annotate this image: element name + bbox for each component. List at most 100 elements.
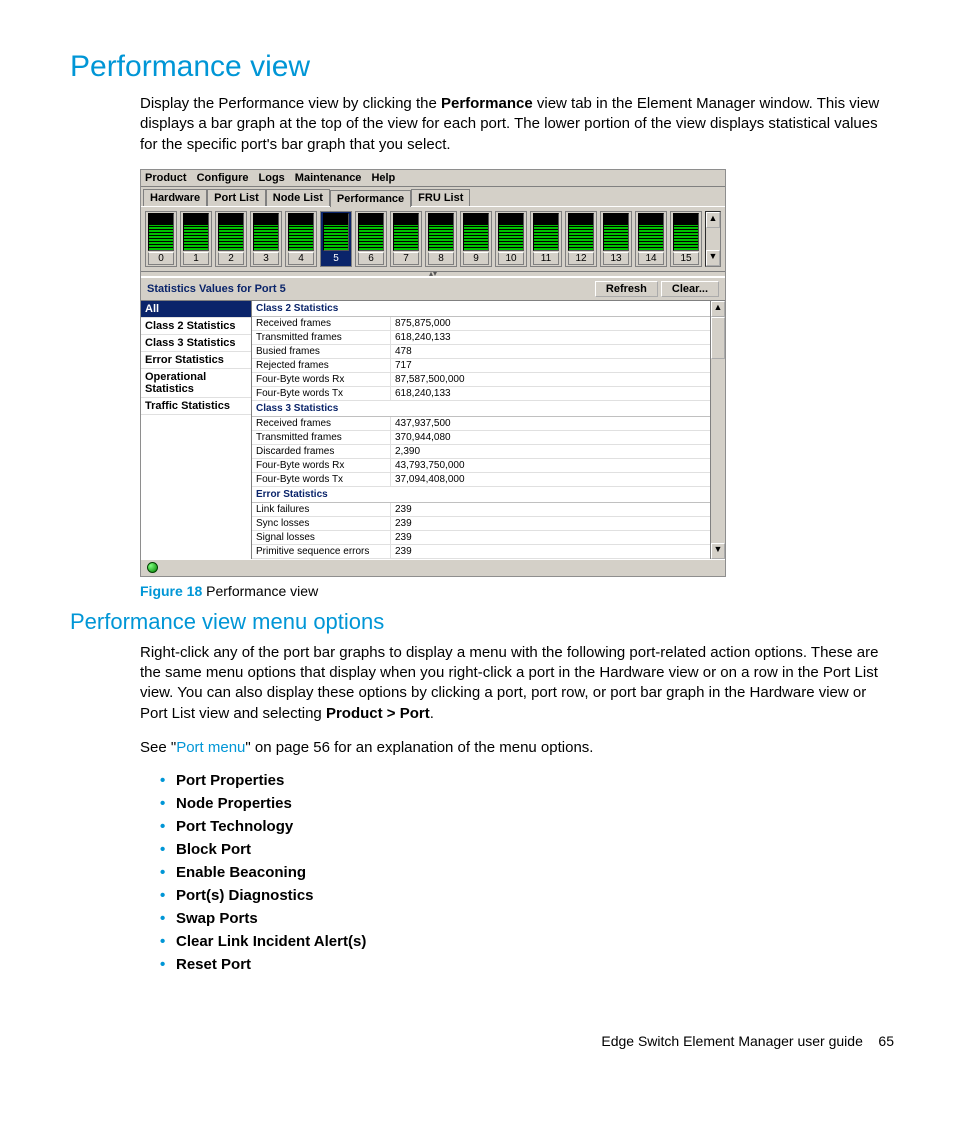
port-12[interactable]: 12	[565, 211, 597, 267]
port-14[interactable]: 14	[635, 211, 667, 267]
stat-row: Transmitted frames618,240,133	[252, 331, 710, 345]
port-7[interactable]: 7	[390, 211, 422, 267]
menu-item: Swap Ports	[160, 910, 894, 927]
category-item[interactable]: Class 3 Statistics	[141, 335, 251, 352]
menu-logs[interactable]: Logs	[259, 172, 285, 184]
port-5[interactable]: 5	[320, 211, 352, 267]
port-0[interactable]: 0	[145, 211, 177, 267]
port-number: 11	[533, 252, 559, 265]
port-15[interactable]: 15	[670, 211, 702, 267]
port-number: 4	[288, 252, 314, 265]
menu-help[interactable]: Help	[371, 172, 395, 184]
menu-item: Reset Port	[160, 956, 894, 973]
port-13[interactable]: 13	[600, 211, 632, 267]
menu-configure[interactable]: Configure	[197, 172, 249, 184]
stat-value: 478	[391, 345, 710, 358]
stat-group-header: Class 2 Statistics	[252, 301, 710, 317]
stat-value: 437,937,500	[391, 417, 710, 430]
category-item[interactable]: All	[141, 301, 251, 318]
port-9[interactable]: 9	[460, 211, 492, 267]
menu-product[interactable]: Product	[145, 172, 187, 184]
stat-value: 239	[391, 531, 710, 544]
stat-value: 618,240,133	[391, 331, 710, 344]
menu-item: Enable Beaconing	[160, 864, 894, 881]
ports-area: 0123456789101112131415▲▼	[141, 206, 725, 271]
port-bargraph-icon	[393, 213, 419, 251]
port-number: 8	[428, 252, 454, 265]
figure-label: Figure 18	[140, 583, 202, 599]
menu-maintenance[interactable]: Maintenance	[295, 172, 362, 184]
category-item[interactable]: Error Statistics	[141, 352, 251, 369]
port-bargraph-icon	[218, 213, 244, 251]
category-item[interactable]: Operational Statistics	[141, 369, 251, 398]
stat-row: Sync losses239	[252, 517, 710, 531]
see-pre: See "	[140, 739, 176, 756]
stat-value: 239	[391, 503, 710, 516]
status-indicator-icon	[147, 562, 158, 573]
tab-fru-list[interactable]: FRU List	[411, 189, 470, 206]
menu-item: Port Properties	[160, 772, 894, 789]
port-number: 0	[148, 252, 174, 265]
stat-value: 370,944,080	[391, 431, 710, 444]
clear-button[interactable]: Clear...	[661, 281, 719, 297]
stat-key: Rejected frames	[252, 359, 391, 372]
stat-key: Busied frames	[252, 345, 391, 358]
stat-row: Received frames437,937,500	[252, 417, 710, 431]
performance-view-screenshot: Product Configure Logs Maintenance Help …	[140, 169, 726, 577]
stats-title: Statistics Values for Port 5	[147, 283, 286, 295]
port-number: 9	[463, 252, 489, 265]
port-6[interactable]: 6	[355, 211, 387, 267]
para2-bold: Product > Port	[326, 705, 430, 722]
port-number: 5	[323, 252, 349, 265]
scroll-thumb[interactable]	[711, 317, 725, 359]
stat-key: Received frames	[252, 317, 391, 330]
figure-text: Performance view	[206, 583, 318, 599]
port-bargraph-icon	[498, 213, 524, 251]
ports-scrollbar[interactable]: ▲▼	[705, 211, 721, 267]
port-number: 10	[498, 252, 524, 265]
scroll-up-icon[interactable]: ▲	[706, 212, 720, 228]
port-11[interactable]: 11	[530, 211, 562, 267]
tab-port-list[interactable]: Port List	[207, 189, 266, 206]
scroll-down-icon[interactable]: ▼	[711, 543, 725, 559]
port-bargraph-icon	[673, 213, 699, 251]
stat-row: Four-Byte words Rx43,793,750,000	[252, 459, 710, 473]
stat-value: 239	[391, 545, 710, 558]
tab-hardware[interactable]: Hardware	[143, 189, 207, 206]
stat-value: 2,390	[391, 445, 710, 458]
scroll-up-icon[interactable]: ▲	[711, 301, 725, 317]
table-scrollbar[interactable]: ▲ ▼	[710, 301, 725, 559]
stat-row: Received frames875,875,000	[252, 317, 710, 331]
stat-key: Four-Byte words Tx	[252, 473, 391, 486]
tab-performance[interactable]: Performance	[330, 190, 411, 207]
stat-key: Four-Byte words Tx	[252, 387, 391, 400]
tab-node-list[interactable]: Node List	[266, 189, 330, 206]
port-4[interactable]: 4	[285, 211, 317, 267]
port-10[interactable]: 10	[495, 211, 527, 267]
stat-key: Sync losses	[252, 517, 391, 530]
category-item[interactable]: Class 2 Statistics	[141, 318, 251, 335]
port-2[interactable]: 2	[215, 211, 247, 267]
stat-value: 618,240,133	[391, 387, 710, 400]
menu-item: Port(s) Diagnostics	[160, 887, 894, 904]
stat-row: Transmitted frames370,944,080	[252, 431, 710, 445]
refresh-button[interactable]: Refresh	[595, 281, 658, 297]
port-bargraph-icon	[253, 213, 279, 251]
category-list: AllClass 2 StatisticsClass 3 StatisticsE…	[141, 301, 252, 559]
stat-value: 717	[391, 359, 710, 372]
category-item[interactable]: Traffic Statistics	[141, 398, 251, 415]
port-bargraph-icon	[183, 213, 209, 251]
port-1[interactable]: 1	[180, 211, 212, 267]
port-3[interactable]: 3	[250, 211, 282, 267]
stat-row: Four-Byte words Tx618,240,133	[252, 387, 710, 401]
para2-pre: Right-click any of the port bar graphs t…	[140, 644, 878, 722]
port-8[interactable]: 8	[425, 211, 457, 267]
status-bar	[141, 559, 725, 576]
port-number: 1	[183, 252, 209, 265]
menu-items-list: Port PropertiesNode PropertiesPort Techn…	[70, 772, 894, 973]
stat-key: Four-Byte words Rx	[252, 373, 391, 386]
scroll-down-icon[interactable]: ▼	[706, 250, 720, 266]
menu-options-paragraph: Right-click any of the port bar graphs t…	[70, 643, 894, 724]
port-menu-link[interactable]: Port menu	[176, 739, 245, 756]
stat-row: Link failures239	[252, 503, 710, 517]
